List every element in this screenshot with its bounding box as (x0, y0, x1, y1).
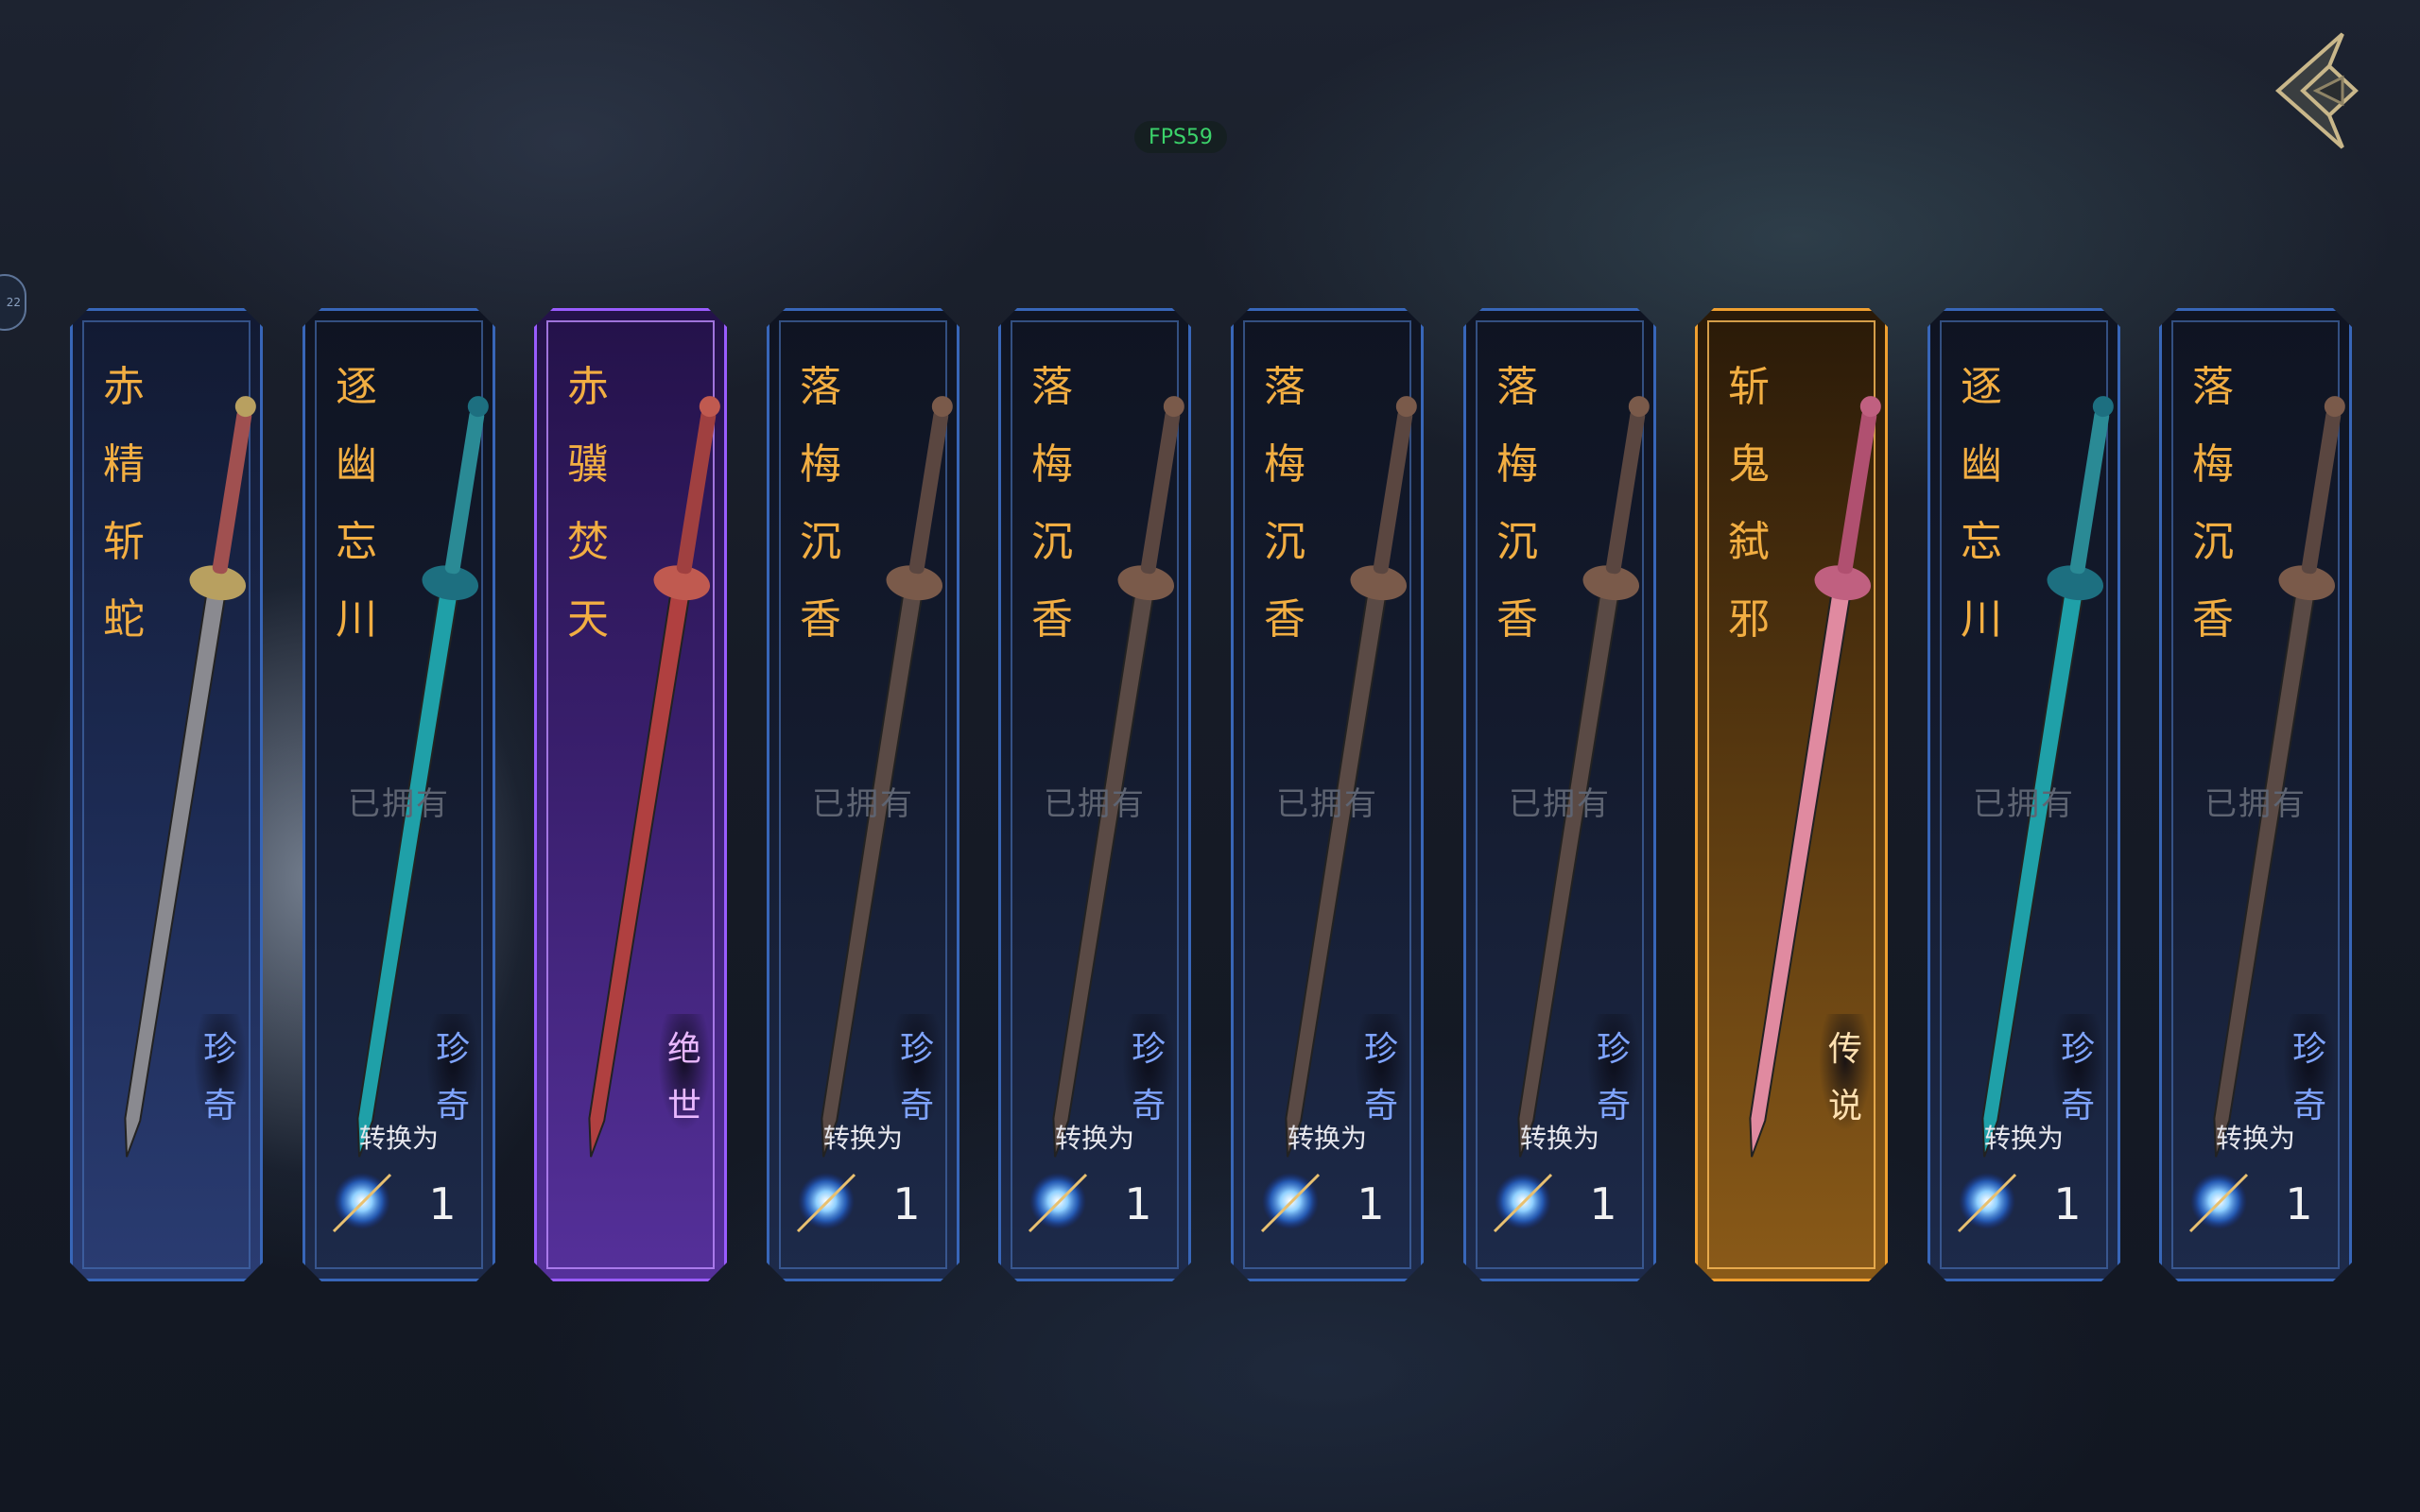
reward-card[interactable]: 落梅沉香珍奇已拥有 转换为 1 (1463, 308, 1656, 1281)
owned-label: 已拥有 (1044, 785, 1146, 823)
reward-card[interactable]: 落梅沉香珍奇已拥有 转换为 1 (2159, 308, 2352, 1281)
owned-label: 已拥有 (348, 785, 450, 823)
owned-label: 已拥有 (1276, 785, 1378, 823)
convert-label: 转换为 (1983, 1123, 2064, 1154)
owned-label: 已拥有 (1973, 785, 2075, 823)
convert-quantity: 1 (428, 1178, 457, 1229)
spirit-gem-icon (1028, 1173, 1088, 1233)
convert-quantity: 1 (1589, 1178, 1617, 1229)
spirit-gem-icon (2188, 1173, 2249, 1233)
back-arrow-icon[interactable] (2259, 28, 2373, 151)
rarity-label: 珍奇 (202, 1030, 237, 1125)
spirit-gem-icon (1260, 1173, 1321, 1233)
owned-label: 已拥有 (812, 785, 914, 823)
convert-quantity: 1 (1124, 1178, 1152, 1229)
reward-card[interactable]: 赤精斩蛇珍奇 (70, 308, 263, 1281)
reward-card[interactable]: 逐幽忘川珍奇已拥有 转换为 1 (302, 308, 495, 1281)
side-tab-handle[interactable]: 22 (0, 274, 26, 331)
reward-card[interactable]: 落梅沉香珍奇已拥有 转换为 1 (1231, 308, 1424, 1281)
spirit-gem-icon (796, 1173, 856, 1233)
convert-label: 转换为 (822, 1123, 903, 1154)
owned-label: 已拥有 (2204, 785, 2307, 823)
convert-label: 转换为 (1054, 1123, 1134, 1154)
spirit-gem-icon (1493, 1173, 1553, 1233)
spirit-gem-icon (1957, 1173, 2017, 1233)
reward-card-row: 赤精斩蛇珍奇逐幽忘川珍奇已拥有 转换为 1 赤骥焚天绝世落梅沉香珍奇已拥有 转换为 1 落梅… (70, 308, 2358, 1281)
reward-card[interactable]: 斩鬼弑邪传说 (1695, 308, 1888, 1281)
convert-label: 转换为 (2215, 1123, 2295, 1154)
convert-quantity: 1 (2285, 1178, 2313, 1229)
convert-quantity: 1 (892, 1178, 921, 1229)
reward-card[interactable]: 赤骥焚天绝世 (534, 308, 727, 1281)
convert-label: 转换为 (1519, 1123, 1599, 1154)
reward-card[interactable]: 落梅沉香珍奇已拥有 转换为 1 (998, 308, 1191, 1281)
spirit-gem-icon (332, 1173, 392, 1233)
owned-label: 已拥有 (1509, 785, 1611, 823)
convert-label: 转换为 (358, 1123, 439, 1154)
reward-card[interactable]: 逐幽忘川珍奇已拥有 转换为 1 (1927, 308, 2120, 1281)
reward-card[interactable]: 落梅沉香珍奇已拥有 转换为 1 (767, 308, 959, 1281)
rarity-label: 绝世 (666, 1030, 701, 1125)
convert-quantity: 1 (1357, 1178, 1385, 1229)
fps-counter: FPS59 (1134, 121, 1227, 153)
rarity-label: 传说 (1827, 1030, 1862, 1125)
convert-quantity: 1 (2053, 1178, 2082, 1229)
convert-label: 转换为 (1287, 1123, 1367, 1154)
